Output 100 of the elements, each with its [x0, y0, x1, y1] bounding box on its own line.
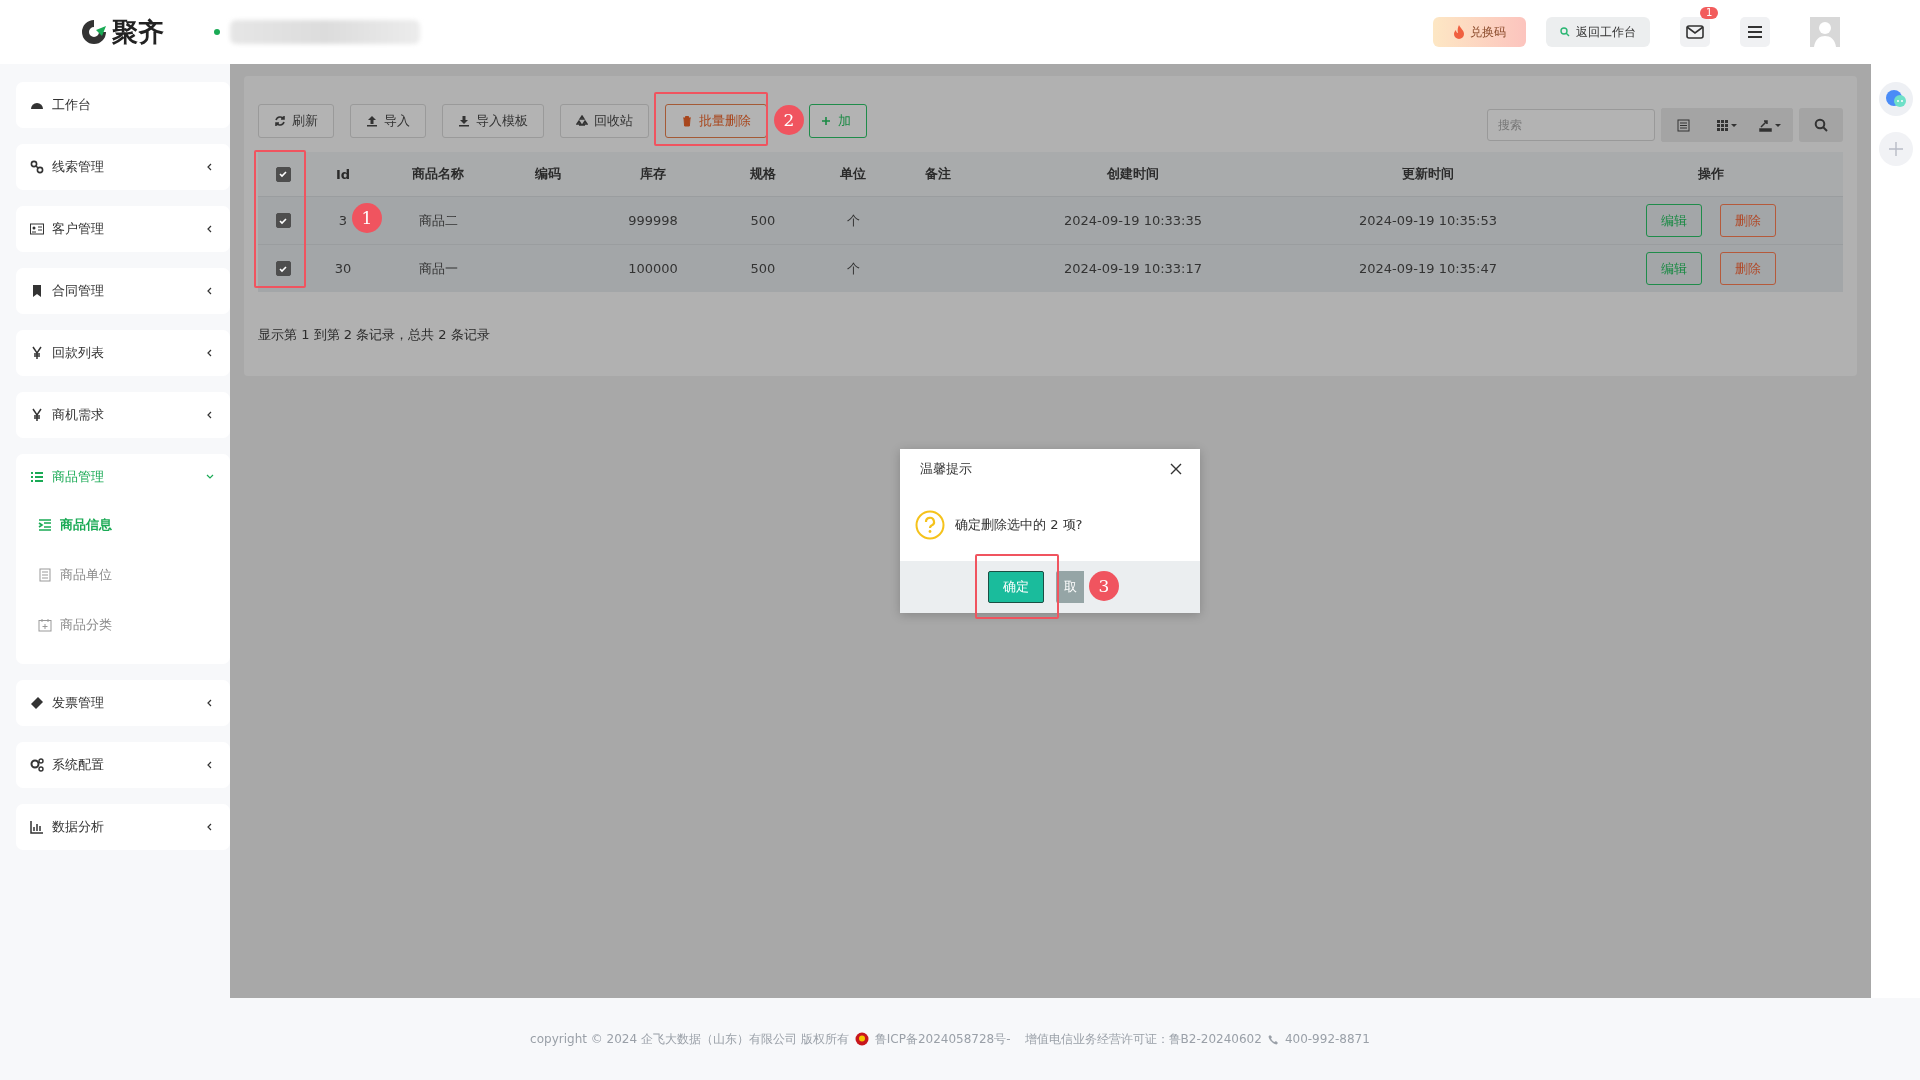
table-cell: 100000	[628, 261, 678, 276]
search-button[interactable]	[1799, 108, 1843, 142]
export-icon	[1759, 118, 1783, 132]
table-cell: 商品一	[418, 259, 458, 278]
search-icon	[1814, 118, 1828, 132]
row-checkbox[interactable]	[275, 213, 291, 228]
column-header: 单位	[839, 165, 867, 183]
table-cell: 999998	[628, 213, 678, 228]
column-header: 创建时间	[1106, 165, 1160, 183]
toolbar-button[interactable]: 回收站	[560, 104, 649, 138]
chevron-left-icon	[206, 699, 214, 707]
question-icon	[915, 510, 945, 540]
table-cell: 2024-09-19 10:35:47	[1358, 261, 1498, 276]
dialog-title: 温馨提示	[920, 460, 972, 478]
tag-icon	[30, 696, 44, 710]
sidebar-item[interactable]: 数据分析	[16, 804, 230, 850]
plus-icon	[820, 115, 832, 127]
police-emblem-icon	[854, 1032, 869, 1046]
sidebar-item[interactable]: 回款列表	[16, 330, 230, 376]
mail-icon	[1686, 25, 1704, 39]
sidebar-item[interactable]: 系统配置	[16, 742, 230, 788]
search-field[interactable]: 搜索	[1487, 109, 1655, 141]
dialog-message: 确定删除选中的 2 项?	[955, 516, 1083, 534]
sidebar-subitem[interactable]: 商品分类	[16, 600, 230, 650]
card-icon	[30, 222, 44, 236]
table-cell: 2024-09-19 10:35:53	[1358, 213, 1498, 228]
chevron-down-icon	[206, 473, 214, 481]
column-header: 编码	[534, 165, 562, 183]
trash-icon	[681, 115, 693, 127]
check-icon	[278, 215, 288, 226]
toolbar-button[interactable]: 导入	[350, 104, 426, 138]
table-cell: 2024-09-19 10:33:35	[1063, 213, 1203, 228]
phone-number: 400-992-8871	[1284, 1032, 1370, 1046]
copyright-text: copyright © 2024 企飞大数据（山东）有限公司 版权所有	[530, 1030, 849, 1048]
sidebar-item[interactable]: 客户管理	[16, 206, 230, 252]
table-cell: 个	[846, 211, 860, 230]
sidebar-item[interactable]: 合同管理	[16, 268, 230, 314]
logo-text: 聚齐	[112, 15, 164, 49]
column-header: 备注	[924, 165, 952, 183]
doc-icon	[38, 568, 52, 582]
menu-icon	[1747, 25, 1763, 39]
indent-icon	[38, 518, 52, 532]
back-to-workbench-button[interactable]: 返回工作台	[1546, 17, 1650, 47]
search-icon	[1560, 27, 1570, 37]
recycle-icon	[576, 115, 588, 127]
menu-button[interactable]	[1740, 17, 1770, 47]
column-header: 更新时间	[1401, 165, 1455, 183]
redeem-button[interactable]: 兑换码	[1433, 17, 1526, 47]
download-icon	[458, 115, 470, 127]
toolbar-button[interactable]: 刷新	[258, 104, 334, 138]
chat-icon[interactable]	[1879, 82, 1913, 116]
column-header: 操作	[1696, 165, 1725, 183]
toolbar-button[interactable]: 导入模板	[442, 104, 544, 138]
sidebar-item[interactable]: 工作台	[16, 82, 230, 128]
column-header: Id	[334, 166, 352, 182]
sidebar-item[interactable]: 商品管理	[16, 454, 230, 500]
sidebar-item[interactable]: 发票管理	[16, 680, 230, 726]
chevron-left-icon	[206, 761, 214, 769]
mail-button[interactable]	[1680, 17, 1710, 47]
table-cell: 500	[750, 213, 776, 228]
table-cell: 3	[338, 213, 348, 228]
upload-icon	[366, 115, 378, 127]
check-icon	[278, 263, 288, 274]
table-cell: 个	[846, 259, 860, 278]
calendar-icon	[38, 618, 52, 632]
grid-icon	[1716, 118, 1738, 132]
chevron-left-icon	[206, 163, 214, 171]
column-header: 库存	[639, 165, 667, 183]
select-all-checkbox[interactable]	[275, 166, 291, 182]
column-header: 规格	[749, 165, 777, 183]
flame-icon	[1453, 25, 1465, 39]
table-cell: 商品二	[418, 211, 458, 230]
gears-icon	[30, 758, 44, 772]
sidebar-item[interactable]: 线索管理	[16, 144, 230, 190]
chevron-left-icon	[206, 287, 214, 295]
phone-icon	[1267, 1033, 1279, 1045]
chevron-left-icon	[206, 349, 214, 357]
yen-icon	[30, 408, 44, 422]
check-icon	[278, 169, 288, 179]
sidebar-item[interactable]: 商机需求	[16, 392, 230, 438]
list-icon	[30, 470, 44, 484]
chevron-left-icon	[206, 823, 214, 831]
chevron-left-icon	[206, 411, 214, 419]
column-header: 商品名称	[411, 165, 465, 183]
chart-icon	[30, 820, 44, 834]
status-dot	[214, 29, 220, 35]
notification-badge: 1	[1700, 7, 1719, 19]
pagination-info: 显示第 1 到第 2 条记录，总共 2 条记录	[258, 326, 491, 344]
close-icon[interactable]	[1170, 463, 1182, 475]
list-icon	[1676, 118, 1690, 132]
logo-icon	[80, 18, 108, 46]
table-cell: 2024-09-19 10:33:17	[1063, 261, 1203, 276]
sidebar-subitem[interactable]: 商品单位	[16, 550, 230, 600]
row-checkbox[interactable]	[275, 261, 291, 276]
license-text: 增值电信业务经营许可证：鲁B2-20240602	[1024, 1030, 1262, 1048]
chevron-left-icon	[206, 225, 214, 233]
table-cell: 30	[334, 261, 352, 276]
link-icon	[30, 160, 44, 174]
refresh-icon	[274, 115, 286, 127]
table-cell: 500	[750, 261, 776, 276]
